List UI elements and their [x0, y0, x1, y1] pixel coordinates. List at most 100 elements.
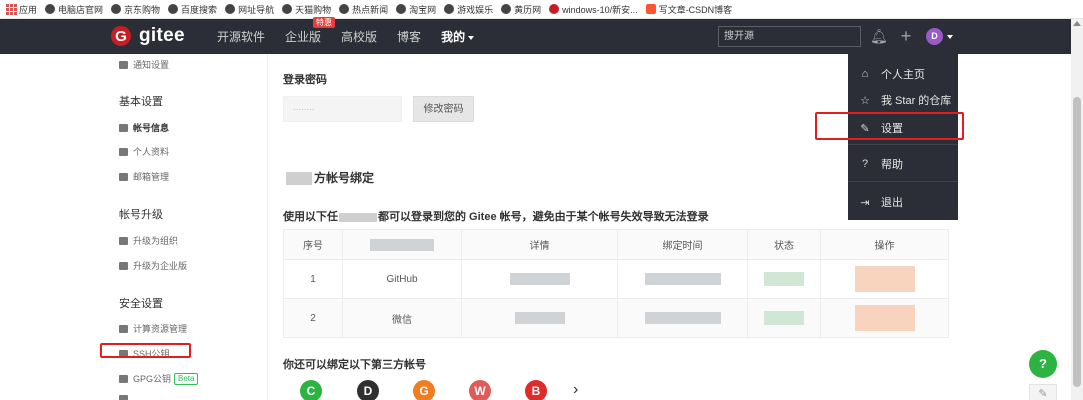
bookmark-item[interactable]: 黄历网	[501, 3, 541, 16]
globe-icon	[45, 4, 56, 14]
bookmark-item[interactable]: 京东购物	[111, 3, 160, 16]
globe-icon	[339, 4, 350, 14]
sidebar-group-basic: 基本设置	[119, 96, 163, 108]
sidebar-item-compute[interactable]: 计算资源管理	[119, 322, 187, 335]
mail-icon	[119, 172, 128, 181]
sidebar-item-upgrade-org[interactable]: 升级为组织	[119, 234, 178, 247]
redacted-block	[339, 212, 377, 222]
bookmark-item[interactable]: 写文章-CSDN博客	[645, 3, 732, 16]
redacted-block	[644, 312, 721, 324]
redacted-block	[370, 238, 434, 251]
beta-badge: Beta	[174, 372, 199, 385]
menu-item-logout[interactable]: ⇥ 退出	[859, 194, 903, 210]
bookmark-item[interactable]: windows-10/新安...	[549, 3, 638, 16]
scroll-up-icon[interactable]	[1073, 21, 1081, 26]
home-icon: ⌂	[861, 68, 869, 80]
gitcode-brand-icon[interactable]: C	[300, 380, 322, 400]
chevron-right-icon[interactable]: ›	[573, 381, 578, 399]
globe-icon	[501, 4, 512, 14]
col-no: 序号	[283, 229, 343, 260]
speaker-icon	[119, 60, 128, 69]
lock-icon	[119, 374, 128, 383]
bookmark-item[interactable]: 天猫购物	[282, 3, 331, 16]
search-input[interactable]: 搜开源	[718, 26, 861, 47]
bookmark-item[interactable]: 百度搜索	[168, 3, 217, 16]
unbind-button[interactable]	[854, 266, 915, 292]
col-actions: 操作	[820, 229, 949, 260]
sidebar-group-upgrade: 帐号升级	[119, 209, 163, 221]
sidebar-item-partial[interactable]	[119, 395, 133, 400]
top-nav: G gitee 开源软件 企业版 特惠 高校版 博客 我的 搜开源 🔔︎ + D	[0, 17, 1076, 54]
bookmark-apps[interactable]: 应用	[6, 3, 37, 16]
sidebar-item-upgrade-enterprise[interactable]: 升级为企业版	[119, 259, 187, 272]
bookmarks-bar: 应用 电脑店官网 京东购物 百度搜索 网址导航 天猫购物 热点新闻 淘宝网 游戏…	[0, 0, 1083, 19]
csdn-icon	[645, 4, 656, 14]
bookmark-item[interactable]: 淘宝网	[396, 3, 436, 16]
help-float-button[interactable]: ?	[1029, 350, 1057, 378]
table-row: 1 GitHub	[283, 259, 949, 299]
sidebar-item-account-info[interactable]: 帐号信息	[119, 121, 169, 134]
globe-icon	[111, 4, 122, 14]
help-icon: ?	[861, 158, 869, 170]
bookmark-item[interactable]: 热点新闻	[339, 3, 388, 16]
promo-badge: 特惠	[313, 17, 336, 28]
password-label: 登录密码	[283, 74, 327, 86]
col-bind-time: 绑定时间	[617, 229, 748, 260]
dingtalk-brand-icon[interactable]: D	[357, 380, 379, 400]
col-status: 状态	[747, 229, 821, 260]
sidebar-item-profile[interactable]: 个人资料	[119, 145, 169, 158]
menu-item-starred[interactable]: ☆ 我 Star 的仓库	[859, 92, 951, 108]
globe-icon	[225, 4, 236, 14]
table-row: 2 微信	[283, 298, 949, 338]
group-icon	[119, 236, 128, 245]
col-platform	[342, 229, 462, 260]
chevron-down-icon[interactable]	[947, 35, 953, 39]
nav-enterprise[interactable]: 企业版 特惠	[285, 17, 336, 45]
nav-links: 开源软件 企业版 特惠 高校版 博客 我的	[217, 17, 494, 54]
nav-blog[interactable]: 博客	[397, 28, 421, 45]
nav-university[interactable]: 高校版	[341, 28, 377, 45]
globe-icon	[168, 4, 179, 14]
page-scrollbar[interactable]	[1071, 19, 1083, 400]
gitee-logo[interactable]: G gitee	[111, 25, 185, 47]
sidebar-group-security: 安全设置	[119, 298, 163, 310]
sidebar-item-notify[interactable]: 通知设置	[119, 58, 169, 71]
menu-item-help[interactable]: ? 帮助	[859, 156, 903, 172]
unbind-button[interactable]	[854, 305, 915, 331]
id-card-icon	[119, 123, 128, 132]
logout-icon: ⇥	[860, 196, 870, 209]
nav-mine[interactable]: 我的	[441, 28, 475, 45]
redacted-block	[764, 272, 804, 286]
bookmark-item[interactable]: 电脑店官网	[45, 3, 103, 16]
bookmark-item[interactable]: 游戏娱乐	[444, 3, 493, 16]
menu-divider	[848, 181, 958, 182]
redacted-block	[644, 273, 721, 285]
star-icon: ☆	[860, 94, 870, 107]
globe-icon	[444, 4, 455, 14]
sidebar-item-gpg[interactable]: GPG公钥 Beta	[119, 372, 199, 385]
scroll-thumb[interactable]	[1073, 97, 1081, 387]
avatar[interactable]: D	[926, 28, 943, 45]
weibo-brand-icon[interactable]: B	[525, 380, 547, 400]
plus-icon[interactable]: +	[898, 27, 914, 45]
change-password-button[interactable]: 修改密码	[413, 96, 474, 122]
feedback-float-button[interactable]: ✎	[1029, 384, 1057, 400]
redacted-block	[286, 172, 312, 186]
sidebar-item-email[interactable]: 邮箱管理	[119, 170, 169, 183]
menu-item-home[interactable]: ⌂ 个人主页	[859, 66, 925, 82]
gitlab-brand-icon[interactable]: G	[413, 380, 435, 400]
menu-divider	[848, 144, 958, 145]
redacted-block	[764, 311, 804, 325]
gitee-logo-icon: G	[111, 26, 131, 46]
bell-icon[interactable]: 🔔︎	[870, 28, 888, 44]
wechat-work-brand-icon[interactable]: W	[469, 380, 491, 400]
globe-icon	[396, 4, 407, 14]
table-header-row: 序号 详情 绑定时间 状态 操作	[283, 229, 949, 260]
settings-highlight-box	[815, 112, 964, 140]
nav-open-source[interactable]: 开源软件	[217, 28, 265, 45]
gitee-icon	[549, 4, 560, 14]
more-bindings-label: 你还可以绑定以下第三方帐号	[283, 359, 426, 371]
third-party-binding-title: 方帐号绑定	[286, 169, 374, 186]
bookmark-item[interactable]: 网址导航	[225, 3, 274, 16]
redacted-block	[514, 312, 565, 324]
